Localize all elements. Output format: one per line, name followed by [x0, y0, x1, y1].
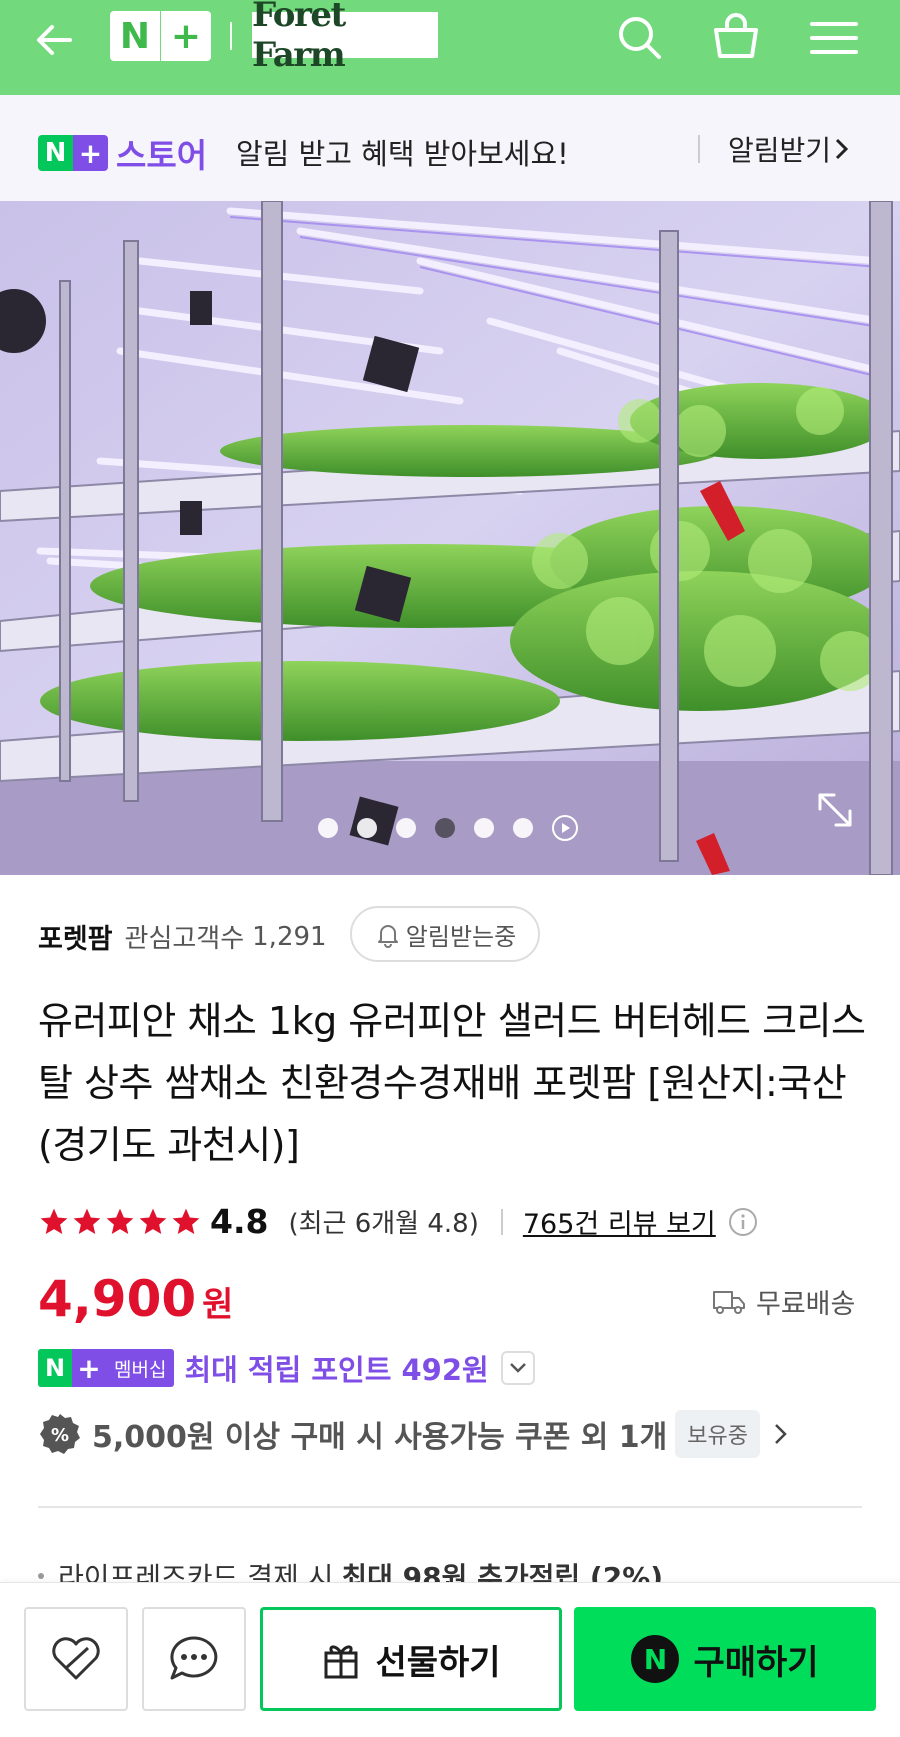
delivery-info: 무료배송 [712, 1282, 855, 1321]
search-icon[interactable] [612, 10, 668, 66]
price-currency: 원 [202, 1285, 234, 1325]
star-icon [172, 1208, 200, 1234]
expand-icon[interactable] [810, 785, 860, 835]
gift-icon [324, 1645, 358, 1679]
gallery-dot[interactable] [396, 818, 416, 838]
info-icon[interactable] [728, 1207, 758, 1237]
logo-n: N [119, 15, 151, 57]
header-divider [230, 22, 232, 50]
points-expand-button[interactable] [500, 1351, 535, 1385]
bottom-action-bar: 선물하기 N 구매하기 [0, 1582, 900, 1737]
gallery-dot[interactable] [513, 818, 533, 838]
seller-info: 포렛팜 관심고객수 1,291 [38, 917, 327, 956]
subscribe-alert-label: 알림받기 [728, 134, 832, 167]
coupon-text: 5,000원 이상 구매 시 사용가능 쿠폰 외 1개 [92, 1420, 668, 1455]
price-amount: 4,900 [38, 1270, 197, 1328]
notify-subscribed-label: 알림받는중 [405, 922, 517, 951]
naver-pay-icon: N [631, 1635, 680, 1683]
view-reviews-link[interactable]: 765건 리뷰 보기 [523, 1202, 716, 1241]
star-icon [139, 1208, 167, 1234]
banner-message: 알림 받고 혜택 받아보세요! [236, 137, 569, 171]
rating-divider [500, 1208, 503, 1235]
gallery-dot[interactable] [318, 818, 338, 838]
arrow-left-icon[interactable] [30, 14, 82, 66]
star-icon [73, 1208, 101, 1234]
buy-label: 구매하기 [693, 1642, 819, 1683]
section-divider [38, 1506, 862, 1508]
shopping-basket-icon[interactable] [708, 10, 764, 66]
bullet [38, 1573, 44, 1579]
video-play-icon[interactable] [552, 815, 578, 841]
bell-icon [377, 925, 398, 948]
rating-score: 4.8 [210, 1202, 269, 1241]
buy-button[interactable]: N 구매하기 [574, 1607, 876, 1711]
coupon-row[interactable]: % 5,000원 이상 구매 시 사용가능 쿠폰 외 1개 보유중 [38, 1410, 790, 1458]
rating-row: 4.8 (최근 6개월 4.8) 765건 리뷰 보기 [38, 1202, 758, 1241]
price: 4,900 원 [38, 1270, 233, 1328]
gallery-dot[interactable] [357, 818, 377, 838]
star-icon [40, 1208, 68, 1234]
gallery-pagination [318, 815, 578, 841]
logo-plus: + [170, 15, 202, 57]
store-logo-n: N [38, 135, 73, 171]
store-logo-plus: + [73, 135, 108, 171]
product-photo-hydroponic-farm [0, 201, 900, 875]
store-label: 스토어 [116, 136, 208, 175]
wishlist-button[interactable] [24, 1607, 128, 1711]
delivery-label: 무료배송 [756, 1289, 856, 1320]
chat-bubble-icon [170, 1636, 218, 1680]
product-title: 유러피안 채소 1kg 유러피안 샐러드 버터헤드 크리스탈 상추 쌈채소 친환… [38, 999, 866, 1167]
notification-banner: N + 스토어 알림 받고 혜택 받아보세요! 알림받기 [0, 95, 900, 201]
naver-plus-logo[interactable]: N + [110, 11, 211, 61]
membership-badge: N + 멤버십 [38, 1349, 175, 1387]
chevron-down-icon [509, 1363, 526, 1373]
recent-rating: (최근 6개월 4.8) [288, 1209, 479, 1239]
chevron-right-icon [835, 138, 849, 160]
star-icon [106, 1208, 134, 1234]
talk-button[interactable] [142, 1607, 246, 1711]
svg-text:%: % [51, 1425, 69, 1446]
gallery-dot[interactable] [474, 818, 494, 838]
membership-badge-plus: + [72, 1349, 106, 1387]
naver-plus-store-logo: N + 스토어 [38, 129, 207, 177]
star-rating [38, 1206, 202, 1238]
store-brand-logo[interactable]: Foret Farm [252, 0, 438, 75]
heart-tag-icon [52, 1637, 100, 1680]
max-points: 최대 적립 포인트 492원 [184, 1353, 489, 1387]
gift-label: 선물하기 [375, 1642, 501, 1683]
fans-count: 1,291 [252, 921, 327, 952]
chevron-right-icon [775, 1424, 787, 1444]
seller-name[interactable]: 포렛팜 [38, 917, 113, 956]
fans-label: 관심고객수 [124, 924, 245, 954]
subscribe-alert-button[interactable]: 알림받기 [728, 129, 853, 169]
coupon-owned-badge: 보유중 [675, 1410, 761, 1458]
banner-divider [698, 135, 700, 163]
notify-subscribed-button[interactable]: 알림받는중 [350, 906, 540, 962]
product-image-gallery[interactable] [0, 201, 900, 875]
gift-button[interactable]: 선물하기 [260, 1607, 562, 1711]
top-bar: N + Foret Farm [0, 0, 900, 95]
membership-badge-n: N [38, 1349, 72, 1387]
coupon-percent-icon: % [40, 1414, 80, 1454]
truck-icon [713, 1290, 745, 1314]
gallery-dot-active[interactable] [435, 818, 455, 838]
menu-icon[interactable] [806, 10, 862, 66]
membership-badge-label: 멤버십 [106, 1349, 175, 1387]
membership-points: N + 멤버십 최대 적립 포인트 492원 [38, 1347, 535, 1389]
